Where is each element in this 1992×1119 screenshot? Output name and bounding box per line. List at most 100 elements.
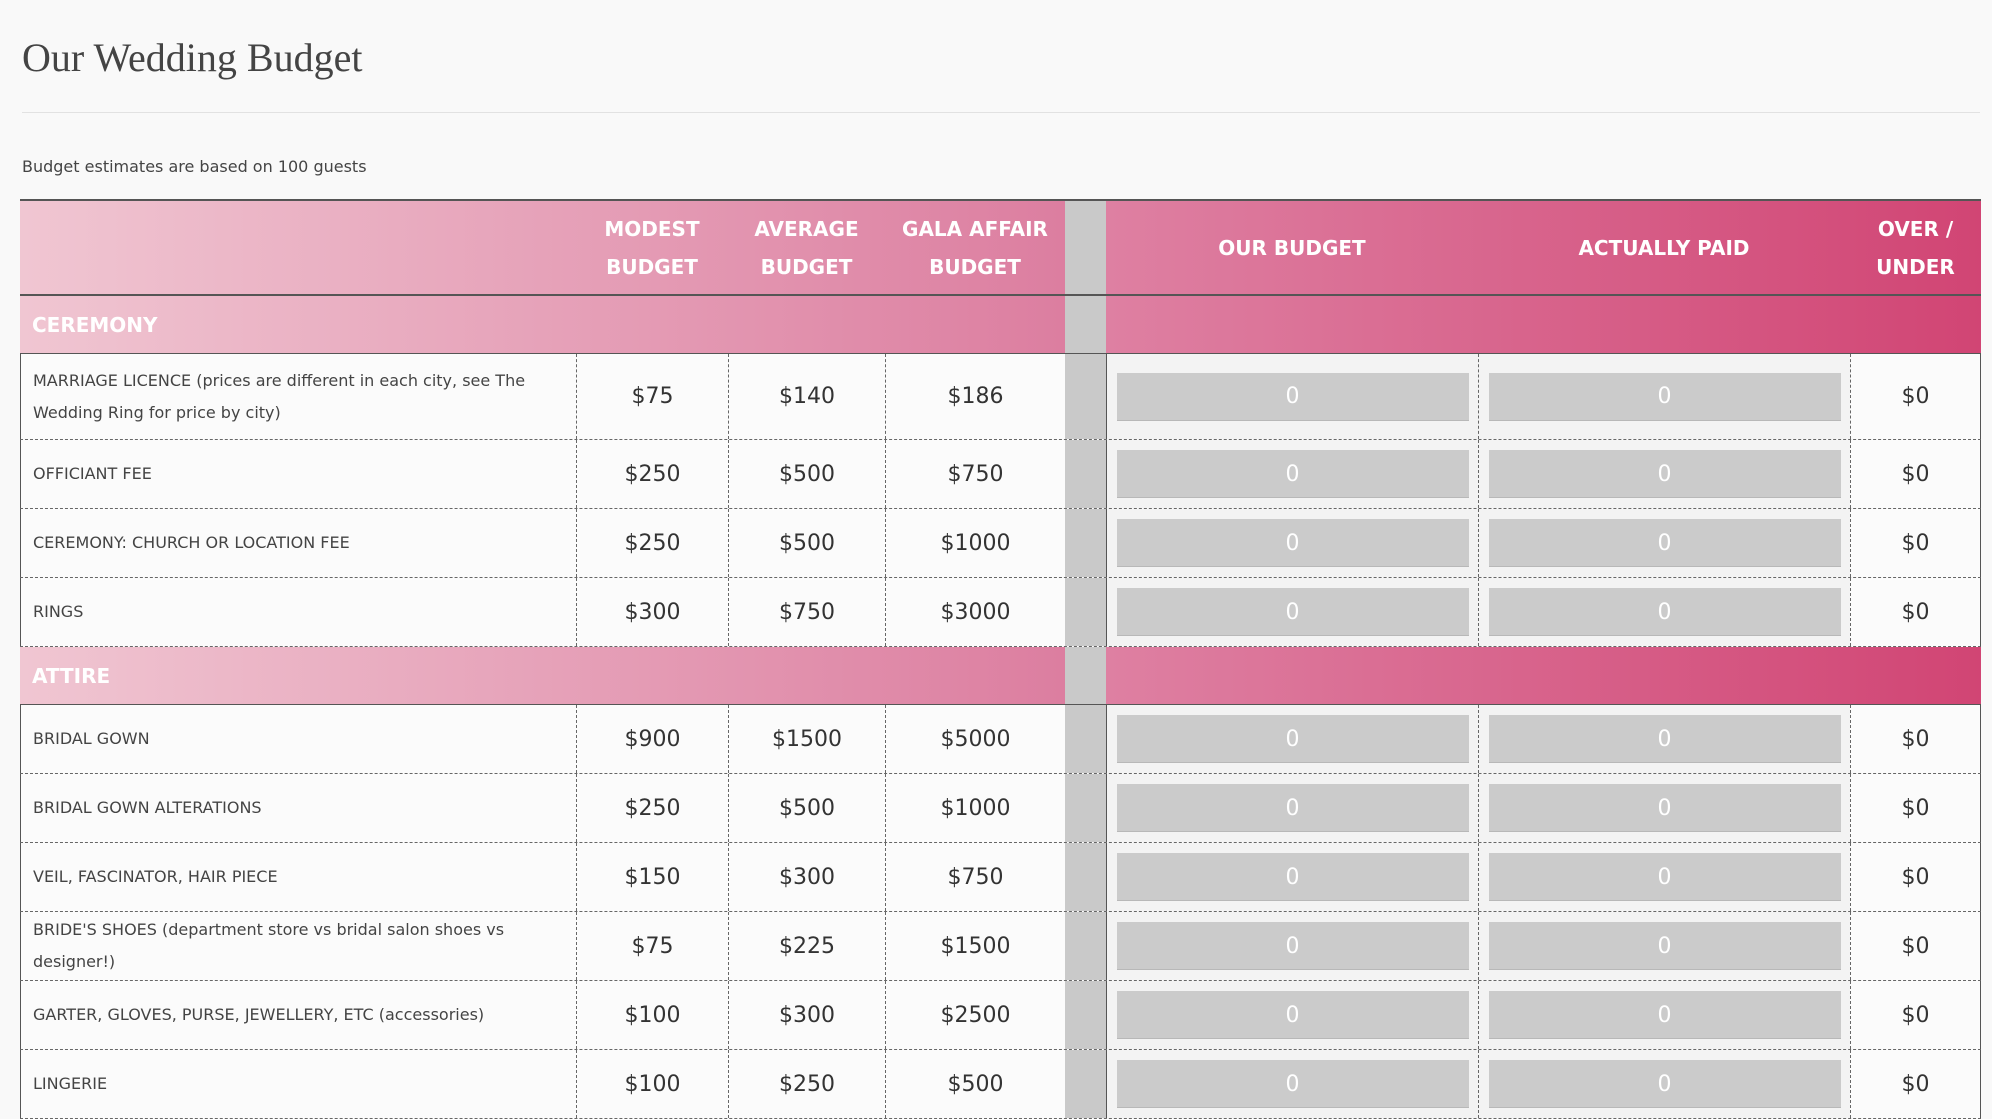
column-separator <box>1065 296 1106 353</box>
actually-paid-input[interactable]: 0 <box>1488 715 1841 763</box>
column-separator <box>1065 354 1106 439</box>
header-gala-budget: GALA AFFAIR BUDGET <box>902 216 1048 279</box>
our-budget-input[interactable]: 0 <box>1116 922 1469 970</box>
average-value: $300 <box>728 981 885 1049</box>
section-label: CEREMONY <box>32 312 158 337</box>
our-budget-cell: 0 <box>1106 509 1478 577</box>
column-separator <box>1065 201 1106 294</box>
header-item-column <box>20 201 576 294</box>
actually-paid-cell: 0 <box>1478 354 1850 439</box>
column-separator <box>1065 509 1106 577</box>
actually-paid-cell: 0 <box>1478 981 1850 1049</box>
our-budget-cell: 0 <box>1106 354 1478 439</box>
modest-value: $100 <box>576 981 728 1049</box>
our-budget-input[interactable]: 0 <box>1116 1060 1469 1108</box>
modest-value: $250 <box>576 440 728 508</box>
over-under-value: $0 <box>1850 981 1981 1049</box>
actually-paid-input[interactable]: 0 <box>1488 372 1841 421</box>
item-label: GARTER, GLOVES, PURSE, JEWELLERY, ETC (a… <box>20 981 576 1049</box>
item-label: BRIDAL GOWN ALTERATIONS <box>20 774 576 842</box>
our-budget-input[interactable]: 0 <box>1116 450 1469 498</box>
table-row: RINGS $300 $750 $3000 0 0 $0 <box>20 578 1981 647</box>
actually-paid-input[interactable]: 0 <box>1488 1060 1841 1108</box>
our-budget-input[interactable]: 0 <box>1116 784 1469 832</box>
header-average-budget: AVERAGE BUDGET <box>754 216 859 279</box>
section-fill <box>1106 647 1981 704</box>
item-label: VEIL, FASCINATOR, HAIR PIECE <box>20 843 576 911</box>
over-under-value: $0 <box>1850 354 1981 439</box>
table-row: LINGERIE $100 $250 $500 0 0 $0 <box>20 1050 1981 1119</box>
item-label: CEREMONY: CHURCH OR LOCATION FEE <box>20 509 576 577</box>
actually-paid-input[interactable]: 0 <box>1488 519 1841 567</box>
section-row-ceremony: CEREMONY <box>20 296 1981 354</box>
average-value: $500 <box>728 774 885 842</box>
average-value: $250 <box>728 1050 885 1118</box>
column-separator <box>1065 705 1106 773</box>
modest-value: $300 <box>576 578 728 646</box>
our-budget-input[interactable]: 0 <box>1116 853 1469 901</box>
header-actually-paid: ACTUALLY PAID <box>1578 235 1750 260</box>
gala-value: $1500 <box>885 912 1065 980</box>
item-label: OFFICIANT FEE <box>20 440 576 508</box>
item-label: MARRIAGE LICENCE (prices are different i… <box>20 354 576 439</box>
actually-paid-cell: 0 <box>1478 705 1850 773</box>
column-separator <box>1065 440 1106 508</box>
gala-value: $750 <box>885 440 1065 508</box>
gala-value: $1000 <box>885 509 1065 577</box>
gala-value: $3000 <box>885 578 1065 646</box>
column-separator <box>1065 912 1106 980</box>
table-row: MARRIAGE LICENCE (prices are different i… <box>20 354 1981 440</box>
column-separator <box>1065 647 1106 704</box>
table-row: OFFICIANT FEE $250 $500 $750 0 0 $0 <box>20 440 1981 509</box>
average-value: $750 <box>728 578 885 646</box>
table-header: MODEST BUDGET AVERAGE BUDGET GALA AFFAIR BU… <box>20 199 1981 296</box>
over-under-value: $0 <box>1850 774 1981 842</box>
over-under-value: $0 <box>1850 440 1981 508</box>
actually-paid-input[interactable]: 0 <box>1488 991 1841 1039</box>
our-budget-input[interactable]: 0 <box>1116 372 1469 421</box>
our-budget-cell: 0 <box>1106 774 1478 842</box>
our-budget-cell: 0 <box>1106 843 1478 911</box>
table-row: CEREMONY: CHURCH OR LOCATION FEE $250 $500… <box>20 509 1981 578</box>
header-our-budget: OUR BUDGET <box>1218 235 1366 260</box>
section-row-attire: ATTIRE <box>20 647 1981 705</box>
gala-value: $5000 <box>885 705 1065 773</box>
column-separator <box>1065 1050 1106 1118</box>
modest-value: $250 <box>576 774 728 842</box>
gala-value: $2500 <box>885 981 1065 1049</box>
budget-note: Budget estimates are based on 100 guests <box>22 157 367 176</box>
our-budget-input[interactable]: 0 <box>1116 588 1469 636</box>
actually-paid-input[interactable]: 0 <box>1488 784 1841 832</box>
gala-value: $750 <box>885 843 1065 911</box>
our-budget-input[interactable]: 0 <box>1116 715 1469 763</box>
section-fill <box>1106 296 1981 353</box>
title-divider <box>22 112 1980 113</box>
our-budget-cell: 0 <box>1106 912 1478 980</box>
our-budget-input[interactable]: 0 <box>1116 991 1469 1039</box>
actually-paid-cell: 0 <box>1478 578 1850 646</box>
actually-paid-cell: 0 <box>1478 774 1850 842</box>
actually-paid-cell: 0 <box>1478 509 1850 577</box>
our-budget-input[interactable]: 0 <box>1116 519 1469 567</box>
actually-paid-input[interactable]: 0 <box>1488 450 1841 498</box>
column-separator <box>1065 774 1106 842</box>
actually-paid-input[interactable]: 0 <box>1488 922 1841 970</box>
page-title: Our Wedding Budget <box>22 35 363 80</box>
item-label: BRIDE'S SHOES (department store vs brida… <box>20 912 576 980</box>
item-label: RINGS <box>20 578 576 646</box>
header-modest-budget: MODEST BUDGET <box>604 216 700 279</box>
actually-paid-cell: 0 <box>1478 440 1850 508</box>
modest-value: $100 <box>576 1050 728 1118</box>
column-separator <box>1065 843 1106 911</box>
actually-paid-input[interactable]: 0 <box>1488 588 1841 636</box>
table-row: BRIDE'S SHOES (department store vs brida… <box>20 912 1981 981</box>
our-budget-cell: 0 <box>1106 440 1478 508</box>
average-value: $1500 <box>728 705 885 773</box>
actually-paid-cell: 0 <box>1478 843 1850 911</box>
column-separator <box>1065 578 1106 646</box>
over-under-value: $0 <box>1850 1050 1981 1118</box>
table-row: BRIDAL GOWN $900 $1500 $5000 0 0 $0 <box>20 705 1981 774</box>
actually-paid-input[interactable]: 0 <box>1488 853 1841 901</box>
average-value: $300 <box>728 843 885 911</box>
actually-paid-cell: 0 <box>1478 1050 1850 1118</box>
